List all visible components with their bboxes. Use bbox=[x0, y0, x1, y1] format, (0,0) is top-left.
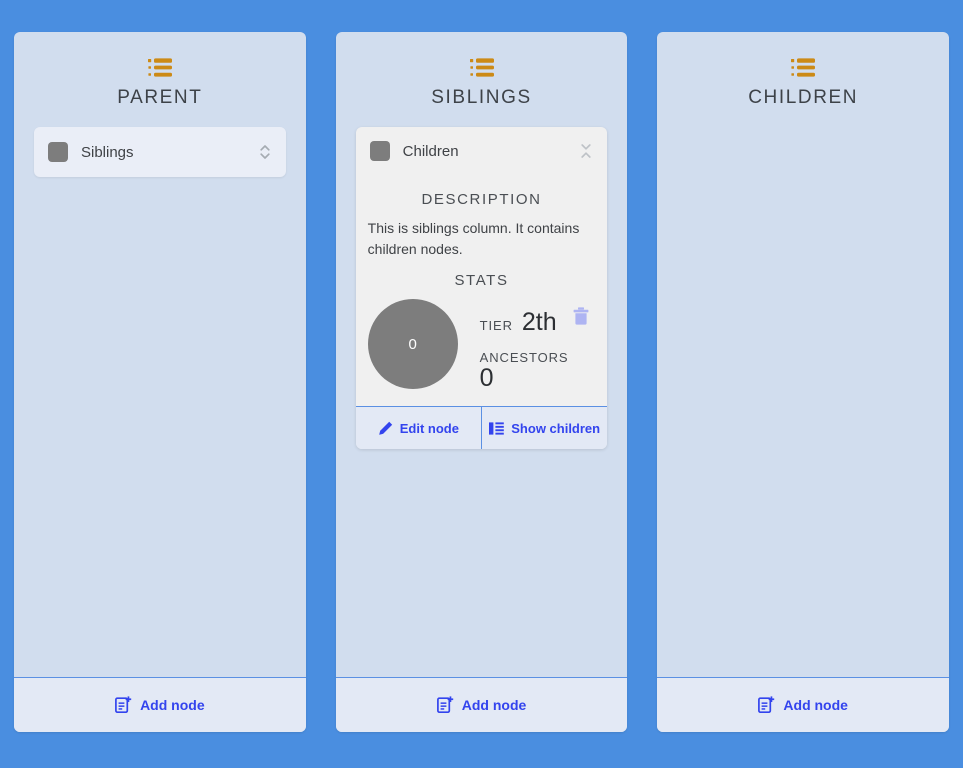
edit-node-button[interactable]: Edit node bbox=[356, 407, 481, 449]
node-card: Children DESCRIPTION This is siblings co… bbox=[355, 127, 608, 449]
add-node-label: Add node bbox=[783, 697, 848, 713]
add-node-button[interactable]: Add node bbox=[115, 696, 205, 714]
column-body-parent: Siblings bbox=[14, 119, 306, 677]
column-title: CHILDREN bbox=[748, 87, 859, 108]
column-body-siblings: Children DESCRIPTION This is siblings co… bbox=[336, 119, 628, 677]
stats-section: 0 TIER 2th ANCESTORS 0 bbox=[367, 299, 596, 392]
columns-board: PARENT Siblings Add node SIBLINGS Childr… bbox=[0, 0, 963, 768]
list-icon bbox=[791, 58, 816, 77]
column-siblings: SIBLINGS Children DESCRIPTION This is si… bbox=[335, 32, 628, 732]
column-children: CHILDREN Add node bbox=[657, 32, 950, 732]
stat-tier-value: 2th bbox=[521, 308, 557, 336]
node-color-swatch bbox=[48, 142, 68, 162]
list-icon bbox=[147, 58, 172, 77]
add-node-icon bbox=[436, 696, 453, 714]
node-card-body: DESCRIPTION This is siblings column. It … bbox=[356, 175, 608, 406]
add-node-footer-siblings[interactable]: Add node bbox=[335, 677, 628, 732]
add-node-icon bbox=[758, 696, 775, 714]
edit-node-label: Edit node bbox=[399, 420, 459, 436]
add-node-footer-parent[interactable]: Add node bbox=[14, 677, 306, 732]
add-node-footer-children[interactable]: Add node bbox=[657, 677, 950, 732]
column-header-parent: PARENT bbox=[14, 32, 306, 119]
stat-fields: TIER 2th ANCESTORS 0 bbox=[480, 299, 569, 392]
column-header-children: CHILDREN bbox=[657, 32, 949, 119]
column-parent: PARENT Siblings Add node bbox=[14, 32, 306, 732]
node-card-header[interactable]: Children bbox=[356, 127, 608, 175]
add-node-label: Add node bbox=[461, 697, 527, 713]
node-card-title: Children bbox=[402, 142, 459, 160]
column-body-children bbox=[657, 119, 949, 677]
description-heading: DESCRIPTION bbox=[421, 191, 542, 208]
node-label: Siblings bbox=[81, 143, 134, 161]
stat-ancestors: ANCESTORS 0 bbox=[480, 350, 569, 393]
description-text: This is siblings column. It contains chi… bbox=[367, 220, 580, 257]
column-title: PARENT bbox=[117, 87, 203, 108]
show-children-button[interactable]: Show children bbox=[481, 407, 607, 449]
add-node-button[interactable]: Add node bbox=[436, 696, 527, 714]
stat-circle: 0 bbox=[367, 299, 458, 389]
list-icon bbox=[469, 58, 494, 77]
stat-tier-label: TIER bbox=[479, 318, 513, 333]
collapse-icon[interactable] bbox=[579, 140, 593, 162]
column-title: SIBLINGS bbox=[431, 87, 532, 108]
node-card-actions: Edit node Show children bbox=[355, 406, 608, 449]
add-node-label: Add node bbox=[140, 697, 205, 713]
stat-tier: TIER 2th bbox=[479, 308, 569, 337]
node-color-swatch bbox=[369, 141, 390, 161]
stats-heading: STATS bbox=[454, 272, 509, 289]
add-node-button[interactable]: Add node bbox=[758, 696, 848, 714]
show-children-label: Show children bbox=[511, 420, 601, 436]
columns-icon bbox=[489, 421, 505, 435]
node-row[interactable]: Siblings bbox=[34, 127, 286, 177]
column-header-siblings: SIBLINGS bbox=[336, 32, 628, 119]
trash-icon[interactable] bbox=[573, 307, 589, 325]
pencil-icon bbox=[378, 421, 392, 435]
stat-ancestors-label: ANCESTORS bbox=[479, 349, 569, 365]
expand-icon[interactable] bbox=[258, 141, 272, 163]
stat-ancestors-value: 0 bbox=[479, 363, 494, 392]
add-node-icon bbox=[115, 696, 132, 714]
